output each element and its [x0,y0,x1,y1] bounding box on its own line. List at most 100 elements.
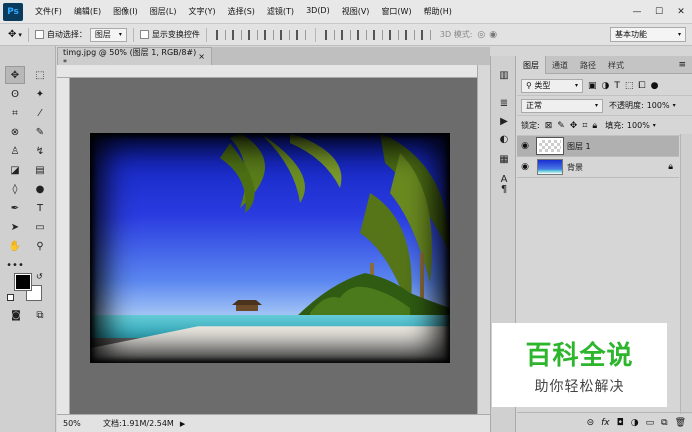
close-tab-button[interactable]: × [198,52,205,61]
menu-layer[interactable]: 图层(L) [150,6,177,17]
zoom-level[interactable]: 50% [57,419,87,428]
distribute-top-icon[interactable] [324,29,335,40]
document-info[interactable]: 文档:1.91M/2.54M [103,418,174,429]
pen-tool-icon[interactable]: ✒ [5,199,25,217]
swap-colors-icon[interactable]: ↺ [36,272,43,281]
blend-mode-dropdown[interactable]: 正常 ▾ [521,98,603,113]
lock-artboard-icon[interactable]: ⌗ [582,121,587,131]
auto-select-checkbox[interactable] [34,30,44,39]
auto-select-dropdown[interactable]: 图层 ▾ [89,27,127,42]
menu-filter[interactable]: 滤镜(T) [267,6,294,17]
new-layer-icon[interactable]: ⧉ [661,418,667,428]
maximize-button[interactable]: ☐ [648,5,670,19]
align-right-icon[interactable] [295,29,306,40]
opacity-value[interactable]: 100% [647,101,670,110]
default-colors-icon[interactable] [7,294,14,301]
filter-toggle-icon[interactable]: ● [651,81,659,91]
distribute-hcenter-icon[interactable] [388,29,399,40]
quick-mask-icon[interactable]: ◙ [6,306,26,324]
minimize-button[interactable]: — [626,5,648,19]
layer-style-icon[interactable]: fx [601,418,610,428]
swatches-panel-icon[interactable]: ▦ [497,152,511,166]
distribute-bottom-icon[interactable] [356,29,367,40]
tab-channels[interactable]: 通道 [546,56,574,74]
chevron-down-icon[interactable]: ▾ [673,102,676,109]
blur-tool-icon[interactable]: ◊ [5,180,25,198]
align-bottom-icon[interactable] [247,29,258,40]
history-brush-tool-icon[interactable]: ↯ [30,142,50,160]
workspace-dropdown[interactable]: 基本功能 ▾ [610,27,686,42]
crop-tool-icon[interactable]: ⌗ [5,104,25,122]
move-tool-preset-icon[interactable]: ✥ [8,29,16,40]
tab-styles[interactable]: 样式 [602,56,630,74]
visibility-eye-icon[interactable]: ◉ [517,162,533,172]
preset-dropdown-icon[interactable]: ▾ [18,31,22,39]
eraser-tool-icon[interactable]: ◪ [5,161,25,179]
healing-brush-tool-icon[interactable]: ⊗ [5,123,25,141]
move-tool-icon[interactable]: ✥ [5,66,25,84]
layer-row[interactable]: ◉ 图层 1 [517,136,679,157]
layer-mask-icon[interactable]: ◘ [617,418,624,428]
menu-window[interactable]: 窗口(W) [381,6,411,17]
chevron-down-icon[interactable]: ▾ [653,122,656,129]
filter-adjustment-icon[interactable]: ◑ [602,81,610,91]
lock-image-icon[interactable]: ✎ [557,121,565,131]
roll-3d-icon[interactable]: ◉ [489,30,497,40]
new-group-icon[interactable]: ▭ [646,418,655,428]
filter-kind-dropdown[interactable]: ⚲ 类型 ▾ [521,78,583,93]
dodge-tool-icon[interactable]: ● [30,180,50,198]
menu-image[interactable]: 图像(I) [113,6,138,17]
zoom-tool-icon[interactable]: ⚲ [30,237,50,255]
more-tools-icon[interactable]: ••• [5,256,25,274]
history-panel-icon[interactable]: ▥ [497,68,511,82]
visibility-eye-icon[interactable]: ◉ [517,141,533,151]
magic-wand-tool-icon[interactable]: ✦ [30,85,50,103]
actions-panel-icon[interactable]: ▶ [497,114,511,128]
lock-position-icon[interactable]: ✥ [570,121,578,131]
align-top-icon[interactable] [215,29,226,40]
menu-3d[interactable]: 3D(D) [306,6,330,17]
tab-paths[interactable]: 路径 [574,56,602,74]
filter-pixel-icon[interactable]: ▣ [588,81,597,91]
menu-edit[interactable]: 编辑(E) [74,6,101,17]
auto-align-icon[interactable] [420,29,431,40]
filter-shape-icon[interactable]: ⬚ [625,81,634,91]
fill-value[interactable]: 100% [627,121,650,130]
layers-scrollbar[interactable] [680,134,692,414]
lock-all-icon[interactable]: 🔒︎ [592,121,597,131]
screen-mode-icon[interactable]: ⧉ [30,306,50,324]
type-tool-icon[interactable]: T [30,199,50,217]
canvas-image[interactable] [90,133,450,363]
filter-type-icon[interactable]: T [614,81,620,91]
gradient-tool-icon[interactable]: ▤ [30,161,50,179]
distribute-vcenter-icon[interactable] [340,29,351,40]
marquee-tool-icon[interactable]: ⬚ [30,66,50,84]
status-menu-icon[interactable]: ▶ [180,420,185,428]
orbit-3d-icon[interactable]: ◎ [477,30,485,40]
distribute-left-icon[interactable] [372,29,383,40]
menu-type[interactable]: 文字(Y) [188,6,215,17]
shape-tool-icon[interactable]: ▭ [30,218,50,236]
menu-select[interactable]: 选择(S) [228,6,255,17]
align-left-icon[interactable] [263,29,274,40]
filter-smart-object-icon[interactable]: ⧠ [638,81,645,91]
delete-layer-icon[interactable]: 🗑︎ [675,418,686,428]
brush-tool-icon[interactable]: ✎ [30,123,50,141]
show-transform-checkbox[interactable] [139,30,149,39]
clone-stamp-tool-icon[interactable]: ♙ [5,142,25,160]
align-vcenter-icon[interactable] [231,29,242,40]
document-tab[interactable]: timg.jpg @ 50% (图层 1, RGB/8#) * × [57,47,212,67]
path-selection-tool-icon[interactable]: ➤ [5,218,25,236]
close-button[interactable]: ✕ [670,5,692,19]
lasso-tool-icon[interactable]: ʘ [5,85,25,103]
adjustment-layer-icon[interactable]: ◑ [631,418,639,428]
menu-view[interactable]: 视图(V) [342,6,370,17]
link-layers-icon[interactable]: ⊝ [587,418,595,428]
eyedropper-tool-icon[interactable]: ⁄ [30,104,50,122]
hand-tool-icon[interactable]: ✋ [5,237,25,255]
layer-row[interactable]: ◉ 背景 🔒︎ [517,157,679,178]
paragraph-panel-icon[interactable]: ¶ [497,182,511,196]
tab-layers[interactable]: 图层 [517,56,546,74]
adjustments-panel-icon[interactable]: ◐ [497,132,511,146]
distribute-right-icon[interactable] [404,29,415,40]
